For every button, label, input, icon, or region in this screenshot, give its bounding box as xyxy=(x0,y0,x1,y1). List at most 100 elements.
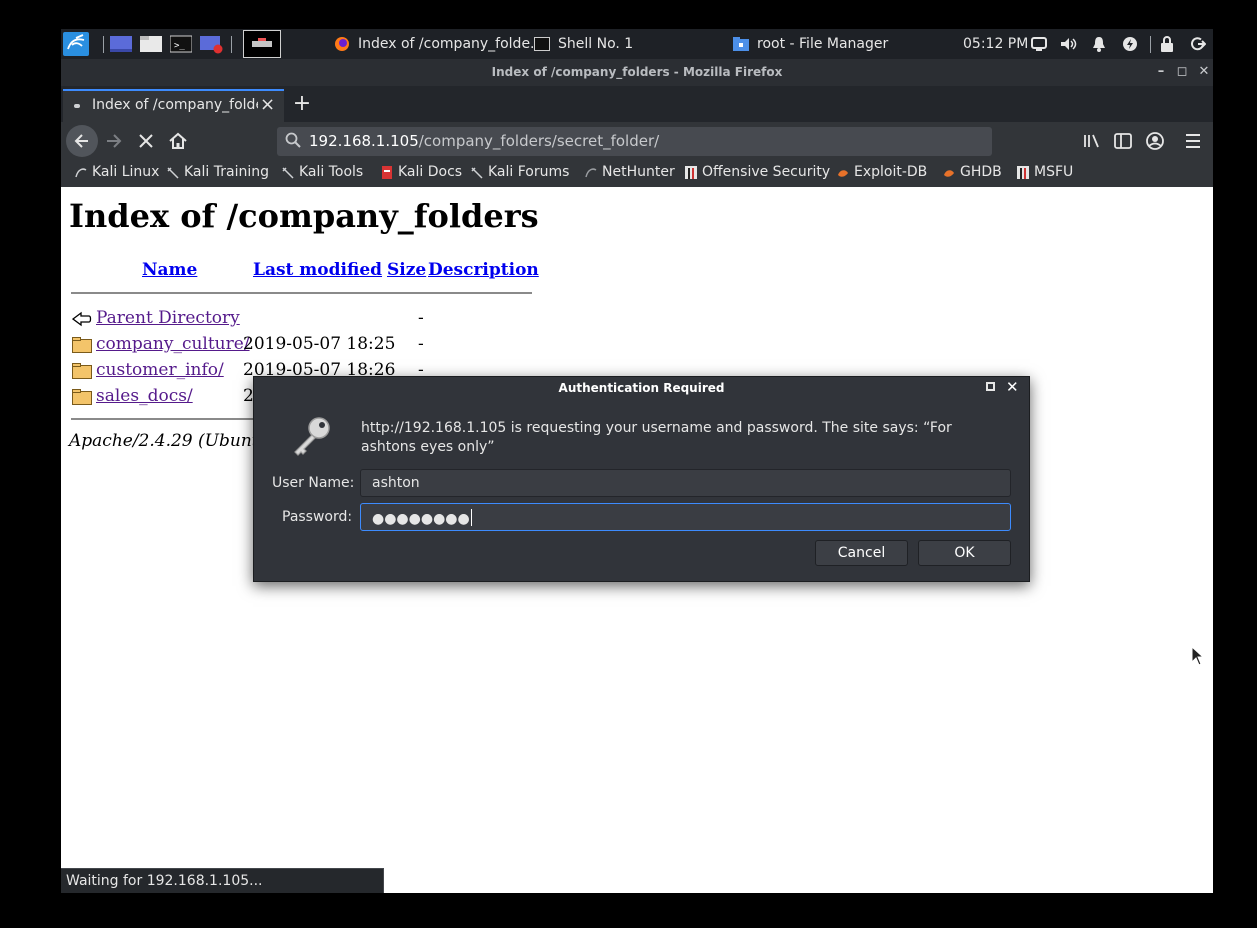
mouse-pointer-icon xyxy=(1191,646,1205,666)
loading-throbber-icon xyxy=(74,104,80,108)
status-bar: Waiting for 192.168.1.105... xyxy=(61,868,384,893)
offsec-icon xyxy=(1017,165,1029,179)
last-modified-value: 2019-05-07 18:25 xyxy=(243,334,396,354)
bookmark-kali-forums[interactable]: Kali Forums xyxy=(471,164,569,180)
bookmark-kali-linux[interactable]: Kali Linux xyxy=(75,164,159,180)
window-titlebar[interactable]: Index of /company_folders - Mozilla Fire… xyxy=(61,59,1213,86)
bookmark-label: Kali Forums xyxy=(488,164,570,180)
navigation-toolbar: 192.168.1.105/company_folders/secret_fol… xyxy=(61,122,1213,160)
stop-button[interactable] xyxy=(131,125,161,157)
folder-icon xyxy=(72,389,92,405)
taskbar-separator xyxy=(231,36,232,53)
bookmark-exploit-db[interactable]: Exploit-DB xyxy=(837,164,927,180)
close-tab-icon[interactable]: × xyxy=(260,94,275,115)
back-button[interactable] xyxy=(66,125,98,157)
account-icon[interactable] xyxy=(1140,125,1170,157)
server-signature: Apache/2.4.29 (Ubuntu xyxy=(69,431,270,451)
bookmark-label: Kali Tools xyxy=(299,164,364,180)
directory-link[interactable]: customer_info/ xyxy=(96,360,224,380)
tab-strip: Index of /company_folders × + xyxy=(61,86,1213,122)
directory-link[interactable]: company_culture/ xyxy=(96,334,250,354)
bookmark-kali-tools[interactable]: Kali Tools xyxy=(282,164,363,180)
file-size: - xyxy=(418,334,424,354)
minimize-icon[interactable]: – xyxy=(1152,63,1170,81)
divider xyxy=(71,292,532,294)
bookmark-label: Offensive Security xyxy=(702,164,831,180)
kali-dragon-icon xyxy=(167,166,179,179)
svg-text:>_: >_ xyxy=(174,41,185,51)
home-button[interactable] xyxy=(163,125,193,157)
hamburger-menu-icon[interactable] xyxy=(1178,125,1208,157)
window-title: Index of /company_folders - Mozilla Fire… xyxy=(491,65,783,79)
bookmark-label: MSFU xyxy=(1034,164,1074,180)
column-header-size[interactable]: Size xyxy=(387,260,426,280)
bookmark-kali-training[interactable]: Kali Training xyxy=(167,164,269,180)
logout-icon[interactable] xyxy=(1190,29,1206,59)
bookmark-nethunter[interactable]: NetHunter xyxy=(585,164,675,180)
folder-icon xyxy=(72,363,92,379)
status-text: Waiting for 192.168.1.105... xyxy=(66,873,263,889)
power-manager-icon[interactable] xyxy=(1122,29,1138,59)
kali-menu-icon[interactable] xyxy=(63,29,89,59)
library-icon[interactable] xyxy=(1077,125,1107,157)
firefox-icon xyxy=(334,36,350,52)
maximize-icon[interactable] xyxy=(986,382,995,391)
file-manager-launcher-icon[interactable] xyxy=(140,29,162,59)
kali-dragon-icon xyxy=(282,166,294,179)
folder-home-icon xyxy=(733,37,749,51)
close-icon[interactable]: ✕ xyxy=(1006,378,1019,396)
volume-icon[interactable] xyxy=(1060,29,1078,59)
bookmark-label: Kali Training xyxy=(184,164,269,180)
forward-button[interactable] xyxy=(99,125,129,157)
task-shell[interactable]: Shell No. 1 xyxy=(534,29,633,59)
url-path: /company_folders/secret_folder/ xyxy=(418,132,660,150)
notification-bell-icon[interactable] xyxy=(1092,29,1106,59)
clock[interactable]: 05:12 PM xyxy=(963,29,1028,59)
url-host: 192.168.1.105 xyxy=(309,132,419,150)
password-value: ●●●●●●●● xyxy=(372,511,470,527)
bookmark-label: NetHunter xyxy=(602,164,675,180)
lock-screen-icon[interactable] xyxy=(1160,29,1174,59)
password-label: Password: xyxy=(282,509,353,525)
bookmark-label: Kali Linux xyxy=(92,164,160,180)
kali-dragon-icon xyxy=(75,167,87,177)
terminal-launcher-icon[interactable]: >_ xyxy=(170,29,192,59)
back-arrow-icon xyxy=(72,311,92,327)
nethunter-icon xyxy=(585,167,597,177)
bookmark-ghdb[interactable]: GHDB xyxy=(943,164,1002,180)
sidebar-icon[interactable] xyxy=(1108,125,1138,157)
column-header-last-modified[interactable]: Last modified xyxy=(253,260,382,280)
close-window-icon[interactable]: ✕ xyxy=(1195,63,1213,81)
show-desktop-icon[interactable] xyxy=(110,29,132,59)
new-tab-button[interactable]: + xyxy=(290,89,314,119)
username-value: ashton xyxy=(372,475,420,491)
search-icon xyxy=(285,132,301,152)
page-title: Index of /company_folders xyxy=(69,197,539,235)
dialog-title: Authentication Required xyxy=(558,381,725,395)
directory-link[interactable]: sales_docs/ xyxy=(96,386,193,406)
task-firefox[interactable]: Index of /company_folde... xyxy=(334,29,543,59)
bookmark-offensive-security[interactable]: Offensive Security xyxy=(685,164,830,180)
cancel-button[interactable]: Cancel xyxy=(815,540,908,566)
ok-button[interactable]: OK xyxy=(918,540,1011,566)
tab-active[interactable]: Index of /company_folders × xyxy=(63,89,284,122)
bookmark-label: GHDB xyxy=(960,164,1002,180)
bookmark-label: Exploit-DB xyxy=(854,164,928,180)
bookmark-msfu[interactable]: MSFU xyxy=(1017,164,1073,180)
bookmark-label: Kali Docs xyxy=(398,164,463,180)
folder-icon xyxy=(72,337,92,353)
screen-recorder-icon[interactable] xyxy=(200,29,224,59)
maximize-icon[interactable]: ◻ xyxy=(1173,63,1191,81)
active-window-icon[interactable] xyxy=(243,29,281,59)
taskbar-separator xyxy=(1150,36,1151,53)
column-header-description[interactable]: Description xyxy=(428,260,539,280)
tab-title: Index of /company_folders xyxy=(92,97,258,113)
bookmark-kali-docs[interactable]: Kali Docs xyxy=(381,164,462,180)
password-field[interactable]: ●●●●●●●● xyxy=(360,503,1011,531)
url-bar[interactable]: 192.168.1.105/company_folders/secret_fol… xyxy=(277,127,992,156)
parent-directory-link[interactable]: Parent Directory xyxy=(96,308,240,328)
task-file-manager[interactable]: root - File Manager xyxy=(733,29,888,59)
display-icon[interactable] xyxy=(1031,29,1047,59)
column-header-name[interactable]: Name xyxy=(142,260,197,280)
username-field[interactable]: ashton xyxy=(360,469,1011,497)
